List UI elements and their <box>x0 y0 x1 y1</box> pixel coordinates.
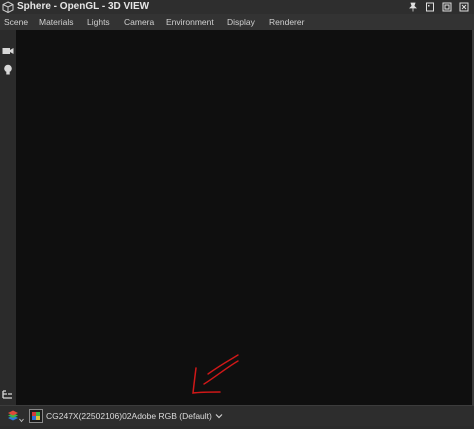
pin-icon[interactable] <box>407 0 419 13</box>
chevron-down-icon <box>215 414 223 419</box>
3d-viewport[interactable] <box>16 30 472 405</box>
menu-camera[interactable]: Camera <box>124 14 154 30</box>
menu-renderer[interactable]: Renderer <box>269 14 304 30</box>
menu-materials[interactable]: Materials <box>39 14 73 30</box>
status-bar: CG247X(22502106)02Adobe RGB (Default) <box>0 405 474 426</box>
menu-lights[interactable]: Lights <box>87 14 110 30</box>
menu-display[interactable]: Display <box>227 14 255 30</box>
color-profile-icon[interactable] <box>29 409 43 423</box>
window-title: Sphere - OpenGL - 3D VIEW <box>17 1 150 12</box>
cube-app-icon <box>2 1 14 13</box>
menu-bar: Scene Materials Lights Camera Environmen… <box>0 14 474 30</box>
restore-icon[interactable] <box>424 0 436 13</box>
outline-icon[interactable] <box>1 388 14 401</box>
maximize-icon[interactable] <box>441 0 453 13</box>
layers-button[interactable] <box>6 409 24 424</box>
menu-environment[interactable]: Environment <box>166 14 214 30</box>
color-profile-dropdown[interactable]: CG247X(22502106)02Adobe RGB (Default) <box>46 409 223 423</box>
camera-icon[interactable] <box>1 44 14 57</box>
menu-scene[interactable]: Scene <box>4 14 28 30</box>
red-arrow-annotation <box>192 354 239 394</box>
light-bulb-icon[interactable] <box>1 63 14 76</box>
window-titlebar: Sphere - OpenGL - 3D VIEW <box>0 0 474 14</box>
color-profile-label: CG247X(22502106)02Adobe RGB (Default) <box>46 411 212 421</box>
left-toolstrip <box>0 30 16 405</box>
close-icon[interactable] <box>458 0 470 13</box>
